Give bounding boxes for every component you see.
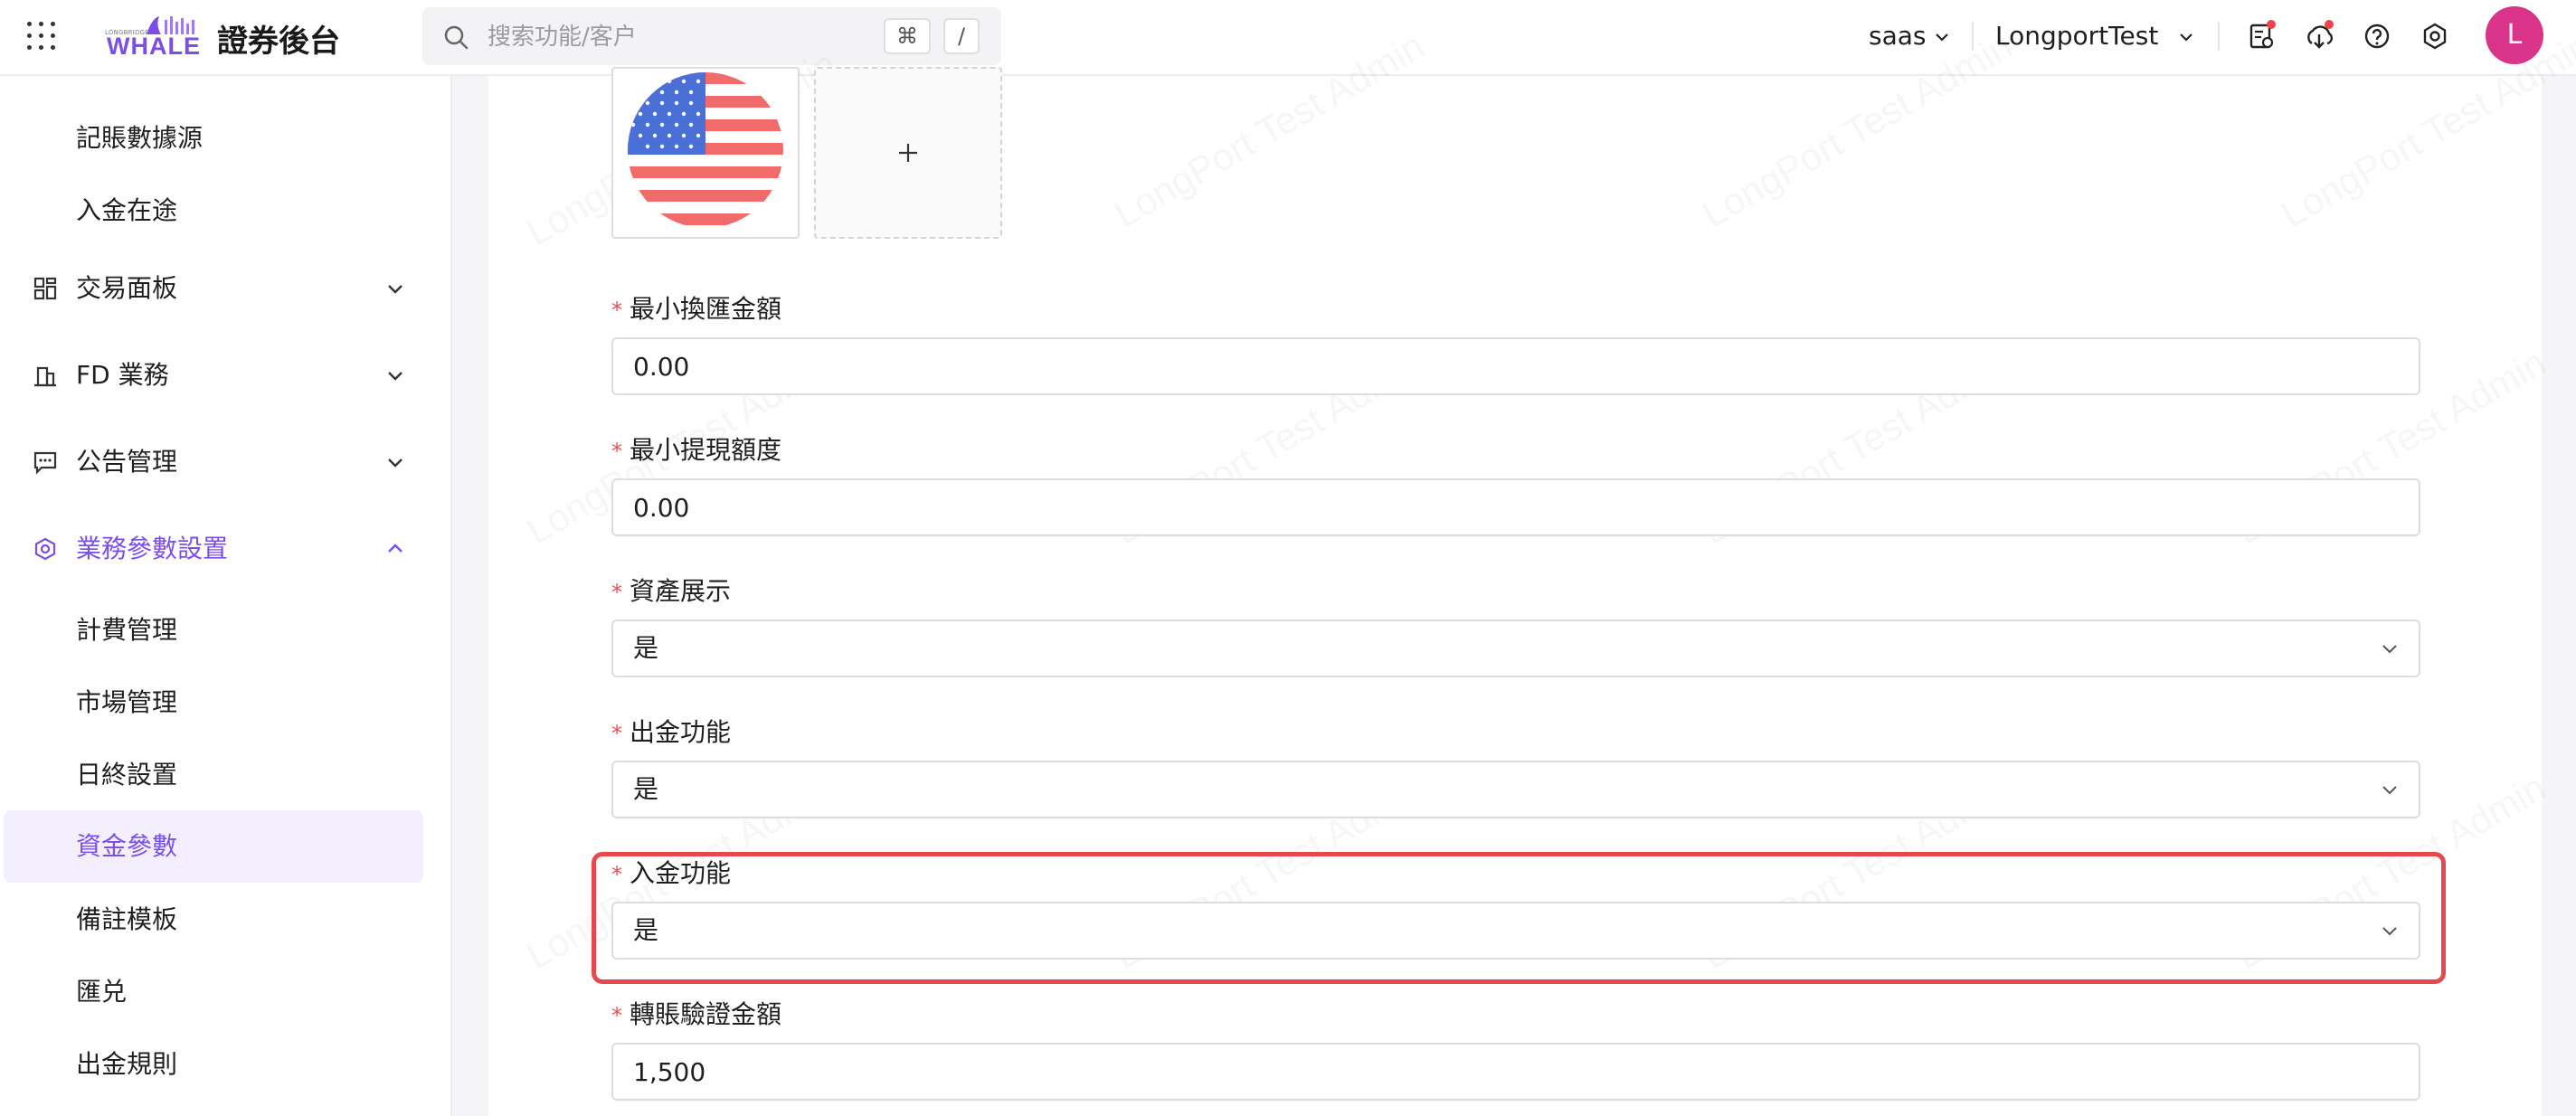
plus-icon bbox=[899, 144, 917, 162]
sidebar-item-label: 資金參數 bbox=[76, 831, 178, 861]
field-label-text: 最小提現額度 bbox=[630, 435, 782, 465]
notification-dot bbox=[2267, 20, 2276, 29]
chevron-down-icon bbox=[2382, 645, 2397, 654]
chevron-up-icon bbox=[388, 544, 402, 553]
chevron-down-icon bbox=[388, 372, 402, 381]
sidebar-group-business-params[interactable]: 業務參數設置 bbox=[4, 510, 423, 588]
sidebar-group-announcements[interactable]: 公告管理 bbox=[4, 423, 423, 501]
select-value: 是 bbox=[633, 915, 659, 945]
sidebar-item-label: 出金規則 bbox=[76, 1049, 178, 1079]
sidebar: 記賬數據源 入金在途 交易面板 FD 業務 公告管理 業務參數設置 計費管理 市… bbox=[0, 76, 452, 1116]
app-title: 證券後台 bbox=[217, 24, 340, 60]
shortcut-slash-key: / bbox=[943, 18, 980, 54]
us-flag-image bbox=[628, 72, 783, 228]
required-asterisk: * bbox=[611, 862, 622, 887]
chevron-down-icon bbox=[2382, 927, 2397, 936]
sidebar-item-currency-exchange[interactable]: 匯兑 bbox=[4, 957, 423, 1027]
task-list-icon[interactable] bbox=[2245, 20, 2278, 52]
top-bar: LONGBRIDGE WHALE 證券後台 ⌘ / saas LongportT… bbox=[0, 0, 2576, 76]
global-search[interactable]: ⌘ / bbox=[422, 7, 1001, 65]
sidebar-item-label: 交易面板 bbox=[76, 273, 178, 303]
sidebar-item-deposit-in-transit[interactable]: 入金在途 bbox=[4, 175, 423, 246]
download-icon[interactable] bbox=[2303, 20, 2335, 52]
search-icon bbox=[444, 25, 469, 50]
asset-display-select[interactable]: 是 bbox=[611, 619, 2420, 677]
chevron-down-icon bbox=[388, 459, 402, 468]
sidebar-item-fee-management[interactable]: 計費管理 bbox=[4, 595, 423, 666]
required-asterisk: * bbox=[611, 439, 622, 464]
help-icon[interactable] bbox=[2361, 20, 2393, 52]
select-value: 是 bbox=[633, 774, 659, 804]
sidebar-item-label: 備註模板 bbox=[76, 904, 178, 934]
min-withdrawal-amount-input[interactable] bbox=[611, 478, 2420, 536]
sidebar-item-label: 業務參數設置 bbox=[76, 534, 229, 563]
sidebar-item-label: 入金在途 bbox=[76, 195, 178, 225]
withdrawal-function-label: * 出金功能 bbox=[611, 714, 731, 751]
gear-icon bbox=[34, 537, 56, 561]
chevron-down-icon bbox=[2382, 786, 2397, 795]
field-label-text: 出金功能 bbox=[630, 717, 732, 747]
whale-logo[interactable]: LONGBRIDGE WHALE bbox=[105, 13, 200, 60]
withdrawal-function-select[interactable]: 是 bbox=[611, 761, 2420, 818]
logo-bars-icon bbox=[147, 16, 194, 34]
sidebar-item-market-management[interactable]: 市場管理 bbox=[4, 667, 423, 738]
dashboard-icon bbox=[33, 277, 57, 300]
min-exchange-amount-label: * 最小換匯金額 bbox=[611, 291, 781, 327]
sidebar-item-ledger-data-source[interactable]: 記賬數據源 bbox=[4, 103, 423, 174]
upload-add-button[interactable] bbox=[814, 67, 1002, 239]
sidebar-item-label: 計費管理 bbox=[76, 615, 178, 645]
chevron-down-icon bbox=[388, 285, 402, 294]
sidebar-item-withdrawal-rules[interactable]: 出金規則 bbox=[4, 1029, 423, 1100]
shortcut-cmd-key: ⌘ bbox=[884, 18, 931, 54]
announcement-icon bbox=[33, 451, 57, 475]
min-withdrawal-amount-label: * 最小提現額度 bbox=[611, 432, 781, 468]
sidebar-group-trading-panel[interactable]: 交易面板 bbox=[4, 250, 423, 327]
sidebar-item-label: 公告管理 bbox=[76, 447, 178, 477]
notification-dot bbox=[2325, 20, 2334, 29]
field-label-text: 轉賬驗證金額 bbox=[630, 999, 782, 1029]
select-value: 是 bbox=[633, 633, 659, 663]
sidebar-group-fd-business[interactable]: FD 業務 bbox=[4, 336, 423, 414]
sidebar-item-label: 記賬數據源 bbox=[76, 123, 204, 153]
sidebar-item-label: 匯兑 bbox=[76, 977, 128, 1007]
sidebar-item-remark-templates[interactable]: 備註模板 bbox=[4, 884, 423, 955]
transfer-verification-amount-label: * 轉賬驗證金額 bbox=[611, 997, 781, 1033]
chevron-down-icon bbox=[1935, 33, 1948, 42]
sidebar-item-label: 日終設置 bbox=[76, 760, 178, 790]
search-input[interactable] bbox=[486, 18, 887, 56]
user-avatar[interactable]: L bbox=[2486, 6, 2543, 64]
tenant-label: saas bbox=[1869, 21, 1927, 51]
settings-icon[interactable] bbox=[2419, 20, 2451, 52]
min-exchange-amount-input[interactable] bbox=[611, 337, 2420, 395]
sidebar-item-label: 市場管理 bbox=[76, 687, 178, 717]
required-asterisk: * bbox=[611, 298, 622, 323]
bank-icon bbox=[34, 366, 56, 387]
tenant-dropdown[interactable]: saas bbox=[1869, 18, 1950, 54]
header-divider bbox=[1972, 22, 1974, 51]
sidebar-item-eod-settings[interactable]: 日終設置 bbox=[4, 740, 423, 810]
uploaded-flag-thumbnail[interactable] bbox=[611, 67, 800, 239]
field-label-text: 資產展示 bbox=[630, 576, 732, 606]
org-dropdown[interactable]: LongportTest bbox=[1995, 18, 2194, 54]
field-label-text: 入金功能 bbox=[630, 858, 732, 888]
required-asterisk: * bbox=[611, 580, 622, 605]
field-label-text: 最小換匯金額 bbox=[630, 294, 782, 324]
required-asterisk: * bbox=[611, 721, 622, 746]
transfer-verification-amount-input[interactable] bbox=[611, 1043, 2420, 1101]
chevron-down-icon bbox=[2180, 33, 2193, 42]
deposit-function-select[interactable]: 是 bbox=[611, 902, 2420, 960]
header-divider bbox=[2218, 22, 2220, 51]
apps-grid-icon[interactable] bbox=[27, 22, 56, 51]
sidebar-item-label: FD 業務 bbox=[76, 360, 169, 390]
asset-display-label: * 資產展示 bbox=[611, 573, 731, 610]
sidebar-item-fund-params[interactable]: 資金參數 bbox=[4, 810, 423, 883]
required-asterisk: * bbox=[611, 1003, 622, 1028]
deposit-function-label: * 入金功能 bbox=[611, 856, 731, 892]
logo-wordmark: WHALE bbox=[107, 33, 201, 60]
org-label: LongportTest bbox=[1995, 21, 2159, 51]
